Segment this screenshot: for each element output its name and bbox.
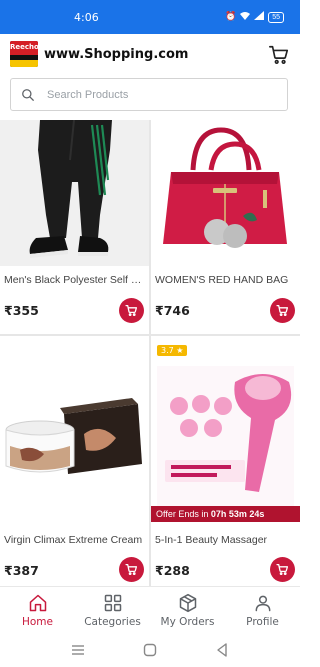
product-image-handbag[interactable] — [151, 120, 300, 266]
site-title: www.Shopping.com — [44, 47, 189, 62]
product-image-massager[interactable] — [151, 342, 300, 510]
battery-indicator: 55 — [268, 11, 284, 23]
logo-text: Reecho — [10, 43, 38, 51]
product-name[interactable]: Virgin Climax Extreme Cream — [4, 534, 144, 546]
menu-icon[interactable] — [69, 641, 87, 659]
offer-label: Offer Ends in — [156, 509, 209, 519]
product-price: ₹288 — [155, 563, 190, 578]
nav-orders[interactable]: My Orders — [150, 593, 225, 628]
home-button-icon[interactable] — [141, 641, 159, 659]
product-grid: Men's Black Polyester Self P... ₹355 WOM… — [0, 120, 300, 586]
cart-icon — [269, 45, 289, 64]
add-to-cart-button[interactable] — [119, 298, 144, 323]
status-time: 4:06 — [74, 11, 99, 24]
search-input[interactable] — [47, 85, 277, 105]
grid-icon — [104, 594, 121, 612]
nav-orders-label: My Orders — [160, 616, 215, 628]
back-icon[interactable] — [213, 641, 231, 659]
product-card[interactable]: WOMEN'S RED HAND BAG ₹746 — [151, 120, 300, 334]
offer-timer-banner: Offer Ends in 07h 53m 24s — [151, 506, 300, 522]
product-price: ₹387 — [4, 563, 39, 578]
nav-categories-label: Categories — [84, 616, 141, 628]
add-to-cart-button[interactable] — [270, 298, 295, 323]
app-header: Reecho www.Shopping.com — [0, 34, 300, 76]
signal-icon — [254, 11, 265, 23]
system-nav-bar — [0, 634, 300, 667]
brand-logo[interactable]: Reecho — [10, 41, 38, 67]
alarm-icon: ⏰ — [224, 12, 237, 22]
offer-countdown: 07h 53m 24s — [210, 509, 265, 519]
cart-icon — [276, 304, 289, 316]
nav-profile-label: Profile — [246, 616, 279, 628]
status-bar: 4:06 ⏰ 55 — [0, 0, 300, 34]
search-icon — [22, 89, 34, 101]
add-to-cart-button[interactable] — [119, 557, 144, 582]
nav-categories[interactable]: Categories — [75, 593, 150, 628]
nav-home[interactable]: Home — [0, 593, 75, 628]
bottom-nav: Home Categories My Orders Profile — [0, 586, 300, 634]
add-to-cart-button[interactable] — [270, 557, 295, 582]
cart-icon — [276, 563, 289, 575]
search-bar[interactable] — [10, 78, 288, 111]
product-name[interactable]: WOMEN'S RED HAND BAG — [155, 274, 295, 286]
cart-icon — [125, 304, 138, 316]
product-price: ₹746 — [155, 303, 190, 318]
package-icon — [179, 593, 196, 613]
wifi-icon — [240, 11, 251, 23]
nav-home-label: Home — [21, 616, 53, 628]
product-price: ₹355 — [4, 303, 39, 318]
nav-profile[interactable]: Profile — [225, 593, 300, 628]
home-icon — [29, 594, 46, 612]
product-card[interactable]: 3.7 ★ Offer Ends in 07h 53m 24s 5-In-1 B… — [151, 336, 300, 586]
cart-icon — [125, 563, 138, 575]
product-image-joggers[interactable] — [0, 120, 149, 266]
status-icons: ⏰ 55 — [225, 11, 284, 23]
product-card[interactable]: Men's Black Polyester Self P... ₹355 — [0, 120, 149, 334]
user-icon — [255, 595, 270, 612]
product-card[interactable]: Virgin Climax Extreme Cream ₹387 — [0, 336, 149, 586]
product-image-cream[interactable] — [0, 342, 149, 510]
cart-button[interactable] — [268, 44, 290, 66]
product-name[interactable]: 5-In-1 Beauty Massager — [155, 534, 295, 546]
product-name[interactable]: Men's Black Polyester Self P... — [4, 274, 144, 286]
rating-badge: 3.7 ★ — [157, 345, 188, 356]
